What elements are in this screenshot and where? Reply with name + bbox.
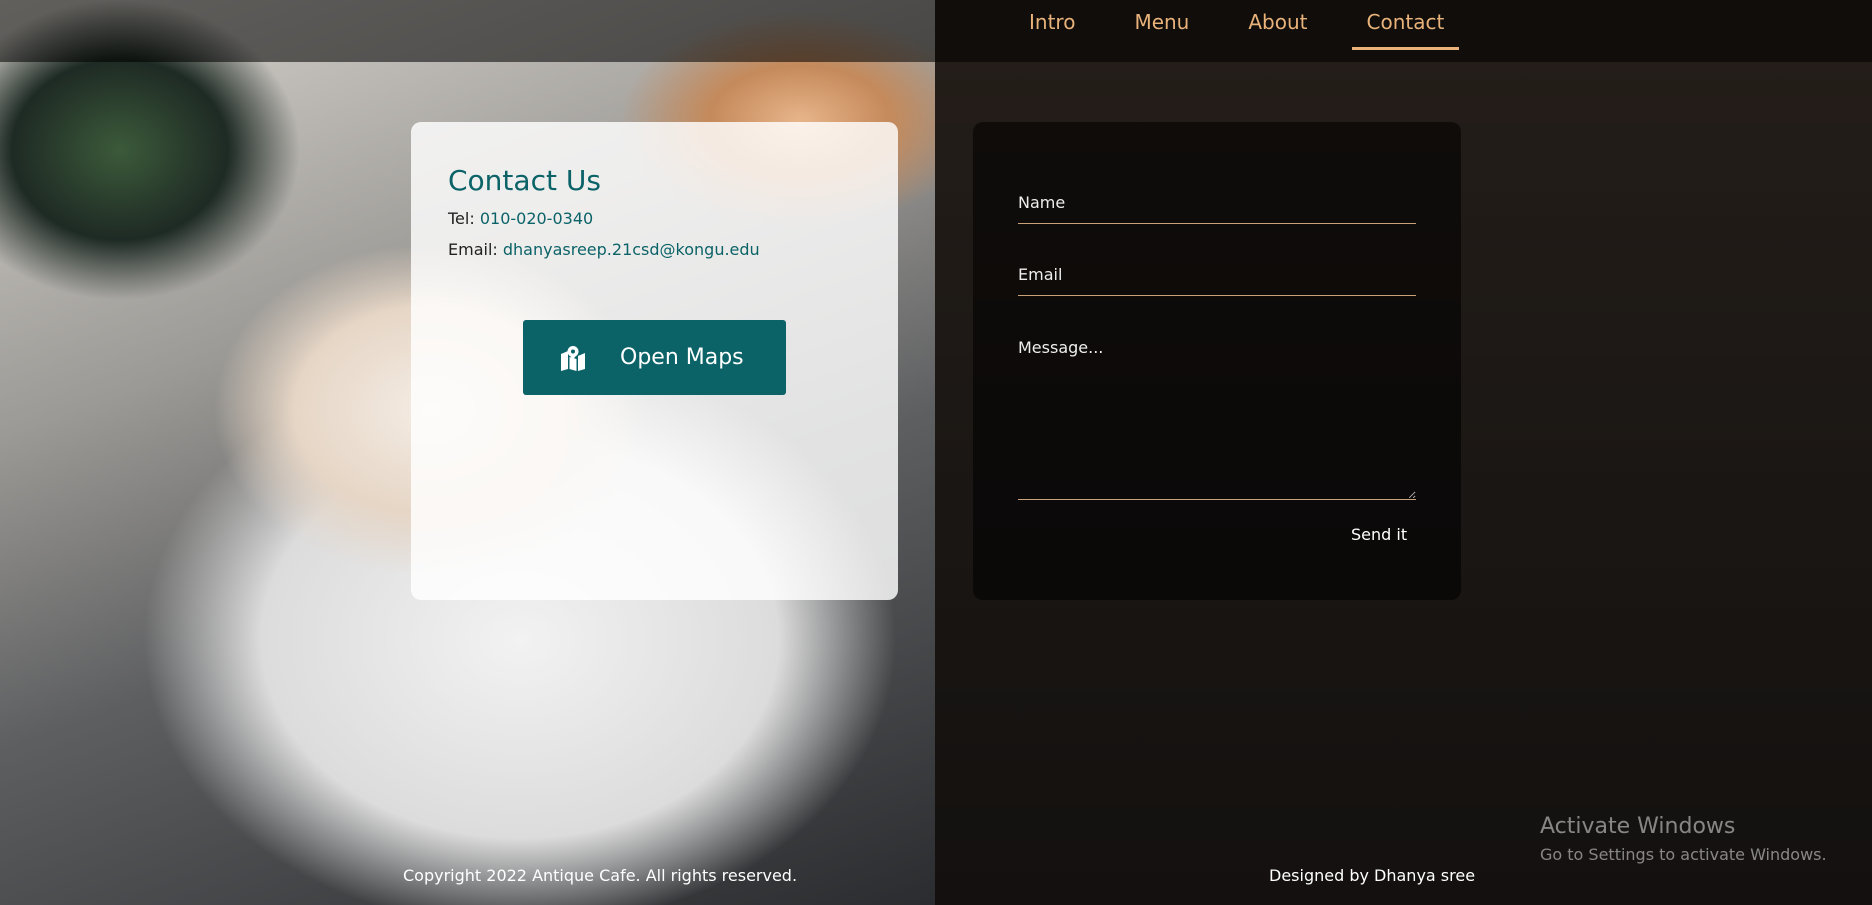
top-nav-bar: Intro Menu About Contact	[0, 0, 1872, 62]
email-input[interactable]	[1018, 256, 1416, 296]
contact-form: Send it	[973, 122, 1461, 600]
main-nav: Intro Menu About Contact	[1014, 0, 1488, 50]
nav-item-contact[interactable]: Contact	[1351, 0, 1460, 50]
open-maps-label: Open Maps	[620, 345, 744, 370]
copyright-text: Copyright 2022 Antique Cafe. All rights …	[403, 866, 798, 885]
tel-line: Tel: 010-020-0340	[448, 209, 861, 228]
tel-link[interactable]: 010-020-0340	[480, 209, 593, 228]
nav-item-menu[interactable]: Menu	[1119, 0, 1204, 50]
watermark-subtitle: Go to Settings to activate Windows.	[1540, 845, 1827, 864]
watermark-title: Activate Windows	[1540, 814, 1736, 839]
email-label: Email:	[448, 240, 498, 259]
designer-credit: Designed by Dhanya sree	[1269, 866, 1476, 885]
activate-windows-watermark: Activate Windows Go to Settings to activ…	[1540, 814, 1827, 864]
page: Intro Menu About Contact Contact Us Tel:…	[0, 0, 1872, 905]
message-textarea[interactable]	[1018, 328, 1416, 500]
email-line: Email: dhanyasreep.21csd@kongu.edu	[448, 240, 861, 259]
contact-title: Contact Us	[448, 164, 601, 197]
email-link[interactable]: dhanyasreep.21csd@kongu.edu	[503, 240, 760, 259]
tel-label: Tel:	[448, 209, 475, 228]
send-button[interactable]: Send it	[1351, 525, 1407, 544]
nav-item-about[interactable]: About	[1233, 0, 1322, 50]
name-input[interactable]	[1018, 184, 1416, 224]
contact-card: Contact Us Tel: 010-020-0340 Email: dhan…	[411, 122, 898, 600]
nav-item-intro[interactable]: Intro	[1014, 0, 1090, 50]
open-maps-button[interactable]: Open Maps	[523, 320, 786, 395]
map-marker-icon	[559, 345, 587, 371]
